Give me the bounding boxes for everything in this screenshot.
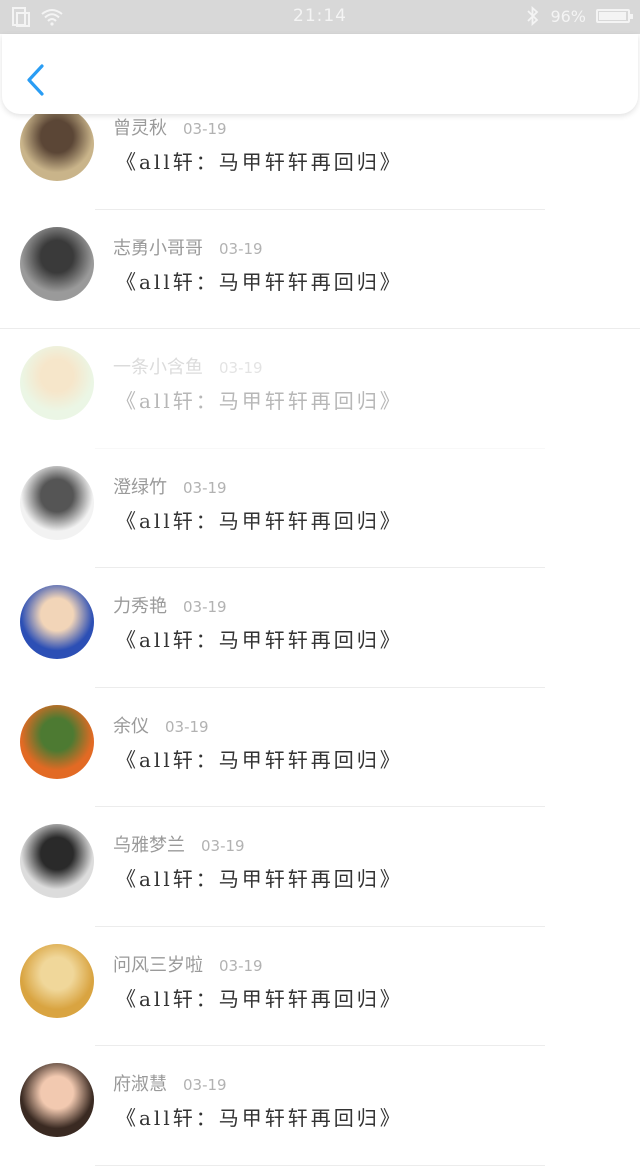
item-header: 乌雅梦兰 03-19 <box>113 831 245 857</box>
user-name[interactable]: 府淑慧 <box>113 1074 167 1095</box>
message-text[interactable]: 《all轩：马甲轩轩再回归》 <box>116 505 403 534</box>
header <box>2 34 638 114</box>
list-item[interactable]: 志勇小哥哥 03-19 《all轩：马甲轩轩再回归》 <box>0 210 640 329</box>
list-item[interactable]: 力秀艳 03-19 《all轩：马甲轩轩再回归》 <box>0 568 640 688</box>
list-item[interactable]: 府淑慧 03-19 《all轩：马甲轩轩再回归》 <box>0 1046 640 1166</box>
item-header: 问风三岁啦 03-19 <box>113 951 263 977</box>
status-right-icons: 96% <box>526 6 633 26</box>
message-date: 03-19 <box>183 1076 227 1094</box>
user-name[interactable]: 澄绿竹 <box>113 477 167 498</box>
message-text[interactable]: 《all轩：马甲轩轩再回归》 <box>116 1102 403 1131</box>
status-bar: 21:14 96% <box>0 0 640 34</box>
message-date: 03-19 <box>219 359 263 377</box>
avatar[interactable] <box>20 824 94 898</box>
item-header: 余仪 03-19 <box>113 712 209 738</box>
user-name[interactable]: 余仪 <box>113 716 149 737</box>
item-header: 力秀艳 03-19 <box>113 592 227 618</box>
list-item[interactable]: 一条小含鱼 03-19 《all轩：马甲轩轩再回归》 <box>0 329 640 449</box>
user-name[interactable]: 问风三岁啦 <box>113 955 203 976</box>
avatar[interactable] <box>20 107 94 181</box>
user-name[interactable]: 曾灵秋 <box>113 118 167 139</box>
avatar[interactable] <box>20 346 94 420</box>
message-text[interactable]: 《all轩：马甲轩轩再回归》 <box>116 624 403 653</box>
item-header: 一条小含鱼 03-19 <box>113 353 263 379</box>
battery-icon <box>596 9 633 23</box>
message-date: 03-19 <box>201 837 245 855</box>
bluetooth-icon <box>527 6 539 26</box>
message-text[interactable]: 《all轩：马甲轩轩再回归》 <box>116 744 403 773</box>
message-date: 03-19 <box>183 120 227 138</box>
list-item[interactable]: 问风三岁啦 03-19 《all轩：马甲轩轩再回归》 <box>0 927 640 1046</box>
avatar[interactable] <box>20 704 94 779</box>
user-name[interactable]: 力秀艳 <box>113 596 167 617</box>
message-text[interactable]: 《all轩：马甲轩轩再回归》 <box>116 983 403 1012</box>
item-header: 志勇小哥哥 03-19 <box>113 234 263 260</box>
list-item[interactable]: 澄绿竹 03-19 《all轩：马甲轩轩再回归》 <box>0 449 640 568</box>
message-date: 03-19 <box>165 717 209 736</box>
item-header: 府淑慧 03-19 <box>113 1070 227 1096</box>
message-text[interactable]: 《all轩：马甲轩轩再回归》 <box>116 863 403 892</box>
message-text[interactable]: 《all轩：马甲轩轩再回归》 <box>116 146 403 175</box>
item-header: 曾灵秋 03-19 <box>113 114 227 140</box>
item-header: 澄绿竹 03-19 <box>113 473 227 499</box>
back-button[interactable] <box>22 62 52 102</box>
list-item[interactable]: 乌雅梦兰 03-19 《all轩：马甲轩轩再回归》 <box>0 807 640 927</box>
chevron-left-icon <box>27 64 44 96</box>
message-date: 03-19 <box>183 478 227 497</box>
user-name[interactable]: 一条小含鱼 <box>113 357 203 378</box>
avatar[interactable] <box>20 226 94 301</box>
message-text[interactable]: 《all轩：马甲轩轩再回归》 <box>116 266 403 295</box>
message-date: 03-19 <box>183 598 227 616</box>
message-date: 03-19 <box>219 956 263 975</box>
user-name[interactable]: 乌雅梦兰 <box>113 835 185 856</box>
avatar[interactable] <box>20 585 94 659</box>
divider <box>95 1164 545 1166</box>
list-item[interactable]: 余仪 03-19 《all轩：马甲轩轩再回归》 <box>0 688 640 807</box>
battery-percent: 96% <box>550 6 586 26</box>
message-date: 03-19 <box>219 239 263 258</box>
message-list[interactable]: 曾灵秋 03-19 《all轩：马甲轩轩再回归》 志勇小哥哥 03-19 《all轩：马甲… <box>0 90 640 1166</box>
battery-level-fill <box>599 12 626 20</box>
avatar[interactable] <box>20 465 94 540</box>
message-text[interactable]: 《all轩：马甲轩轩再回归》 <box>116 385 403 414</box>
avatar[interactable] <box>20 943 94 1018</box>
avatar[interactable] <box>20 1063 94 1137</box>
user-name[interactable]: 志勇小哥哥 <box>113 238 203 259</box>
